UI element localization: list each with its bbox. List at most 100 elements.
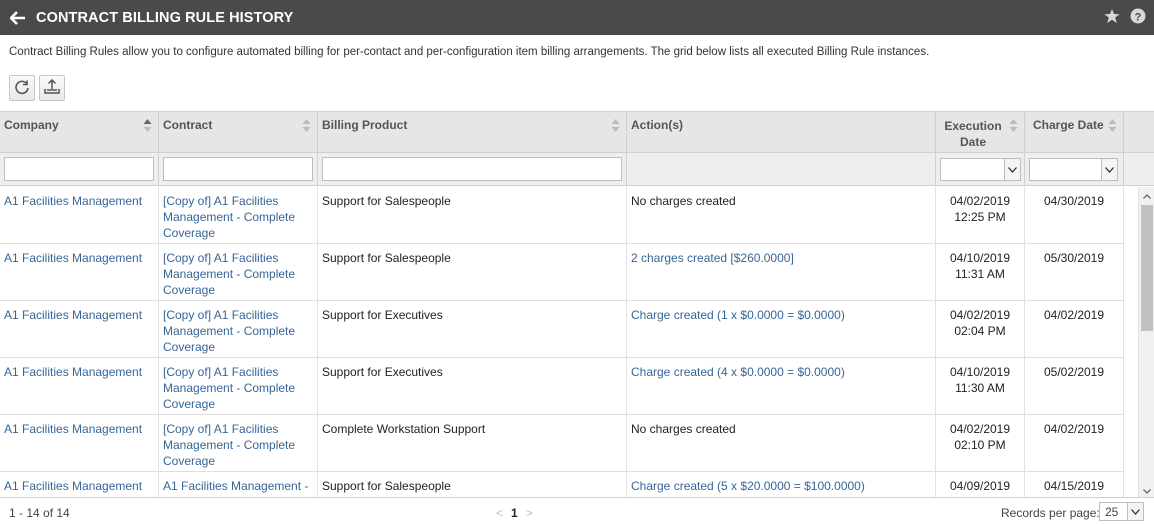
next-page-button[interactable]: > [526,506,533,520]
export-button[interactable] [39,75,65,101]
company-cell: A1 Facilities Management [0,187,159,244]
contract-link[interactable]: [Copy of] A1 Facilities Management - Com… [163,251,295,297]
contract-link[interactable]: [Copy of] A1 Facilities Management - Com… [163,365,295,411]
scrollbar-thumb[interactable] [1141,205,1153,331]
filter-cell [936,153,1025,186]
charge-date-text: 04/30/2019 [1043,194,1105,208]
company-link[interactable]: A1 Facilities Management [4,251,142,265]
contract-link[interactable]: [Copy of] A1 Facilities Management - Com… [163,308,295,354]
actions-cell: Charge created (5 x $20.0000 = $100.0000… [627,472,936,497]
record-count: 1 - 14 of 14 [9,506,70,520]
company-link[interactable]: A1 Facilities Management [4,479,142,493]
billing-product-cell: Support for Salespeople [318,187,627,244]
sort-icon [611,119,620,132]
charge-date-text: 04/02/2019 [1043,422,1105,436]
billing-rule-grid: Company Contract Billing Product Action(… [0,111,1154,497]
table-row[interactable]: A1 Facilities Management A1 Facilities Ma… [0,472,1124,497]
contract-link[interactable]: [Copy of] A1 Facilities Management - Com… [163,194,295,240]
billing-product-text: Support for Salespeople [322,251,451,265]
execution-time-text: 11:30 AM [955,381,1005,395]
table-row[interactable]: A1 Facilities Management [Copy of] A1 Fac… [0,415,1124,472]
records-per-page-select[interactable]: 25 [1099,502,1144,521]
action-link[interactable]: Charge created (5 x $20.0000 = $100.0000… [631,479,865,493]
company-link[interactable]: A1 Facilities Management [4,194,142,208]
filter-cell [1025,153,1124,186]
charge-date-text: 05/02/2019 [1043,365,1105,379]
current-page[interactable]: 1 [511,506,518,520]
charge-date-text: 04/15/2019 [1043,479,1105,493]
billing-product-cell: Support for Salespeople [318,244,627,301]
table-row[interactable]: A1 Facilities Management [Copy of] A1 Fac… [0,301,1124,358]
charge-date-text: 05/30/2019 [1043,251,1105,265]
column-header-execution-date[interactable]: Execution Date [936,112,1025,153]
company-link[interactable]: A1 Facilities Management [4,365,142,379]
action-link[interactable]: Charge created (4 x $0.0000 = $0.0000) [631,365,845,379]
column-header-charge-date[interactable]: Charge Date [1025,112,1124,153]
contract-cell: [Copy of] A1 Facilities Management - Com… [159,415,318,472]
charge-date-text: 04/02/2019 [1043,308,1105,322]
billing-product-cell: Complete Workstation Support [318,415,627,472]
grid-header: Company Contract Billing Product Action(… [0,112,1154,153]
help-icon[interactable]: ? [1130,8,1146,27]
column-header-company[interactable]: Company [0,112,159,153]
action-link[interactable]: 2 charges created [$260.0000] [631,251,794,265]
scroll-down-icon[interactable] [1139,484,1154,497]
charge-date-filter-select[interactable] [1029,158,1118,181]
table-row[interactable]: A1 Facilities Management [Copy of] A1 Fac… [0,358,1124,415]
actions-cell: No charges created [627,187,936,244]
sort-icon [1108,119,1117,132]
column-header-billing-product[interactable]: Billing Product [318,112,627,153]
company-cell: A1 Facilities Management [0,415,159,472]
column-header-actions[interactable]: Action(s) [627,112,936,153]
filter-cell [0,153,159,186]
execution-date-text: 04/02/2019 [949,308,1011,322]
actions-cell: No charges created [627,415,936,472]
filter-cell [318,153,627,186]
filter-cell [159,153,318,186]
charge-date-cell: 05/30/2019 [1025,244,1124,301]
contract-filter-input[interactable] [163,157,313,181]
star-icon[interactable] [1104,8,1120,27]
vertical-scrollbar[interactable] [1138,187,1154,497]
execution-date-text: 04/10/2019 [949,251,1011,265]
contract-cell: A1 Facilities Management - Complete Cove… [159,472,318,497]
billing-product-cell: Support for Salespeople [318,472,627,497]
contract-cell: [Copy of] A1 Facilities Management - Com… [159,187,318,244]
refresh-button[interactable] [9,75,35,101]
table-row[interactable]: A1 Facilities Management [Copy of] A1 Fac… [0,187,1124,244]
execution-date-text: 04/10/2019 [949,365,1011,379]
billing-product-text: Support for Executives [322,365,443,379]
filter-cell [627,153,936,186]
billing-product-text: Support for Salespeople [322,479,451,493]
contract-link[interactable]: A1 Facilities Management - Complete Cove… [163,479,308,497]
sort-icon [302,119,311,132]
scroll-up-icon[interactable] [1139,189,1154,203]
actions-cell: 2 charges created [$260.0000] [627,244,936,301]
execution-time-text: 02:10 PM [954,438,1006,452]
billing-product-text: Support for Salespeople [322,194,451,208]
billing-product-cell: Support for Executives [318,358,627,415]
page-title: CONTRACT BILLING RULE HISTORY [36,9,294,26]
execution-date-text: 04/09/2019 [949,479,1011,493]
company-link[interactable]: A1 Facilities Management [4,308,142,322]
billing-product-text: Complete Workstation Support [322,422,486,436]
contract-link[interactable]: [Copy of] A1 Facilities Management - Com… [163,422,295,468]
contract-cell: [Copy of] A1 Facilities Management - Com… [159,301,318,358]
back-arrow-icon[interactable] [0,0,36,35]
column-header-contract[interactable]: Contract [159,112,318,153]
billing-product-filter-input[interactable] [322,157,622,181]
execution-date-cell: 04/02/2019 02:10 PM [936,415,1025,472]
execution-date-filter-select[interactable] [940,158,1021,181]
title-bar: CONTRACT BILLING RULE HISTORY ? [0,0,1154,35]
pagination: < 1 > [496,506,533,520]
company-link[interactable]: A1 Facilities Management [4,422,142,436]
contract-cell: [Copy of] A1 Facilities Management - Com… [159,358,318,415]
action-link[interactable]: Charge created (1 x $0.0000 = $0.0000) [631,308,845,322]
prev-page-button[interactable]: < [496,506,503,520]
charge-date-cell: 04/02/2019 [1025,301,1124,358]
company-filter-input[interactable] [4,157,154,181]
execution-time-text: 11:31 AM [955,267,1005,281]
execution-date-cell: 04/02/2019 12:25 PM [936,187,1025,244]
table-row[interactable]: A1 Facilities Management [Copy of] A1 Fac… [0,244,1124,301]
grid-body: A1 Facilities Management [Copy of] A1 Fac… [0,187,1138,497]
